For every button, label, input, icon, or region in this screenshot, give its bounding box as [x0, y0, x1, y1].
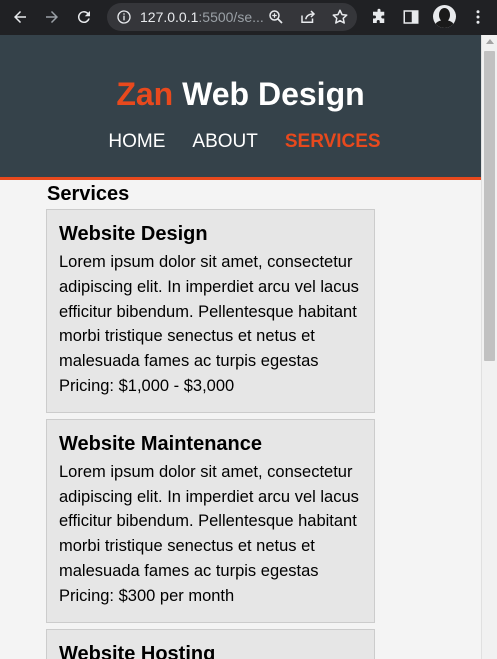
star-icon[interactable] — [331, 8, 349, 26]
side-panel-button[interactable] — [400, 6, 422, 28]
nav-home[interactable]: Home — [108, 131, 165, 153]
nav-about[interactable]: About — [192, 131, 257, 153]
url-host: 127.0.0.1 — [140, 9, 199, 25]
logo-highlight: Zan — [116, 76, 174, 112]
side-panel-icon — [403, 10, 419, 24]
puzzle-icon — [373, 8, 385, 23]
service-card-design: Website Design Lorem ipsum dolor sit ame… — [46, 209, 375, 413]
address-bar[interactable]: 127.0.0.1:5500/se... — [107, 3, 357, 31]
page-title: Services — [47, 183, 130, 205]
nav-services[interactable]: Services — [285, 131, 381, 153]
extensions-button[interactable] — [368, 6, 390, 28]
forward-button[interactable] — [39, 4, 65, 30]
service-title: Website Hosting — [59, 642, 216, 659]
browser-menu-button[interactable] — [467, 6, 489, 28]
share-icon[interactable] — [299, 8, 317, 26]
service-pricing: Pricing: $300 per month — [59, 586, 235, 605]
avatar-body — [435, 20, 454, 28]
arrow-left-icon — [14, 11, 26, 23]
service-title: Website Design — [59, 223, 208, 245]
kebab-menu-icon — [476, 10, 480, 24]
main-nav: Home About Services — [0, 131, 481, 153]
scrollbar-thumb[interactable] — [484, 51, 495, 361]
reload-button[interactable] — [71, 4, 97, 30]
url-path: :5500/se... — [198, 9, 264, 25]
service-description: Lorem ipsum dolor sit amet, consectetur … — [59, 253, 359, 371]
service-description: Lorem ipsum dolor sit amet, consectetur … — [59, 462, 359, 580]
service-card-maintenance: Website Maintenance Lorem ipsum dolor si… — [46, 418, 375, 623]
browser-toolbar: 127.0.0.1:5500/se... — [0, 0, 497, 35]
service-title: Website Maintenance — [59, 432, 263, 455]
page-scrollbar[interactable] — [481, 35, 497, 659]
arrow-right-icon — [46, 11, 58, 23]
logo-text: Web Design — [173, 76, 365, 112]
service-pricing: Pricing: $1,000 - $3,000 — [59, 376, 235, 395]
info-icon[interactable] — [116, 9, 132, 25]
services-list: Website Design Lorem ipsum dolor sit ame… — [46, 209, 375, 659]
zoom-icon[interactable] — [267, 8, 285, 26]
service-card-hosting: Website Hosting — [46, 628, 375, 659]
page-viewport: Zan Web Design Home About Services Servi… — [0, 35, 497, 659]
back-button[interactable] — [7, 4, 33, 30]
reload-icon — [77, 11, 90, 24]
avatar[interactable] — [433, 5, 456, 28]
site-header: Zan Web Design Home About Services — [0, 35, 481, 180]
url-text[interactable]: 127.0.0.1:5500/se... — [140, 9, 264, 25]
site-logo: Zan Web Design — [0, 76, 481, 113]
scroll-up-arrow[interactable] — [486, 39, 494, 44]
